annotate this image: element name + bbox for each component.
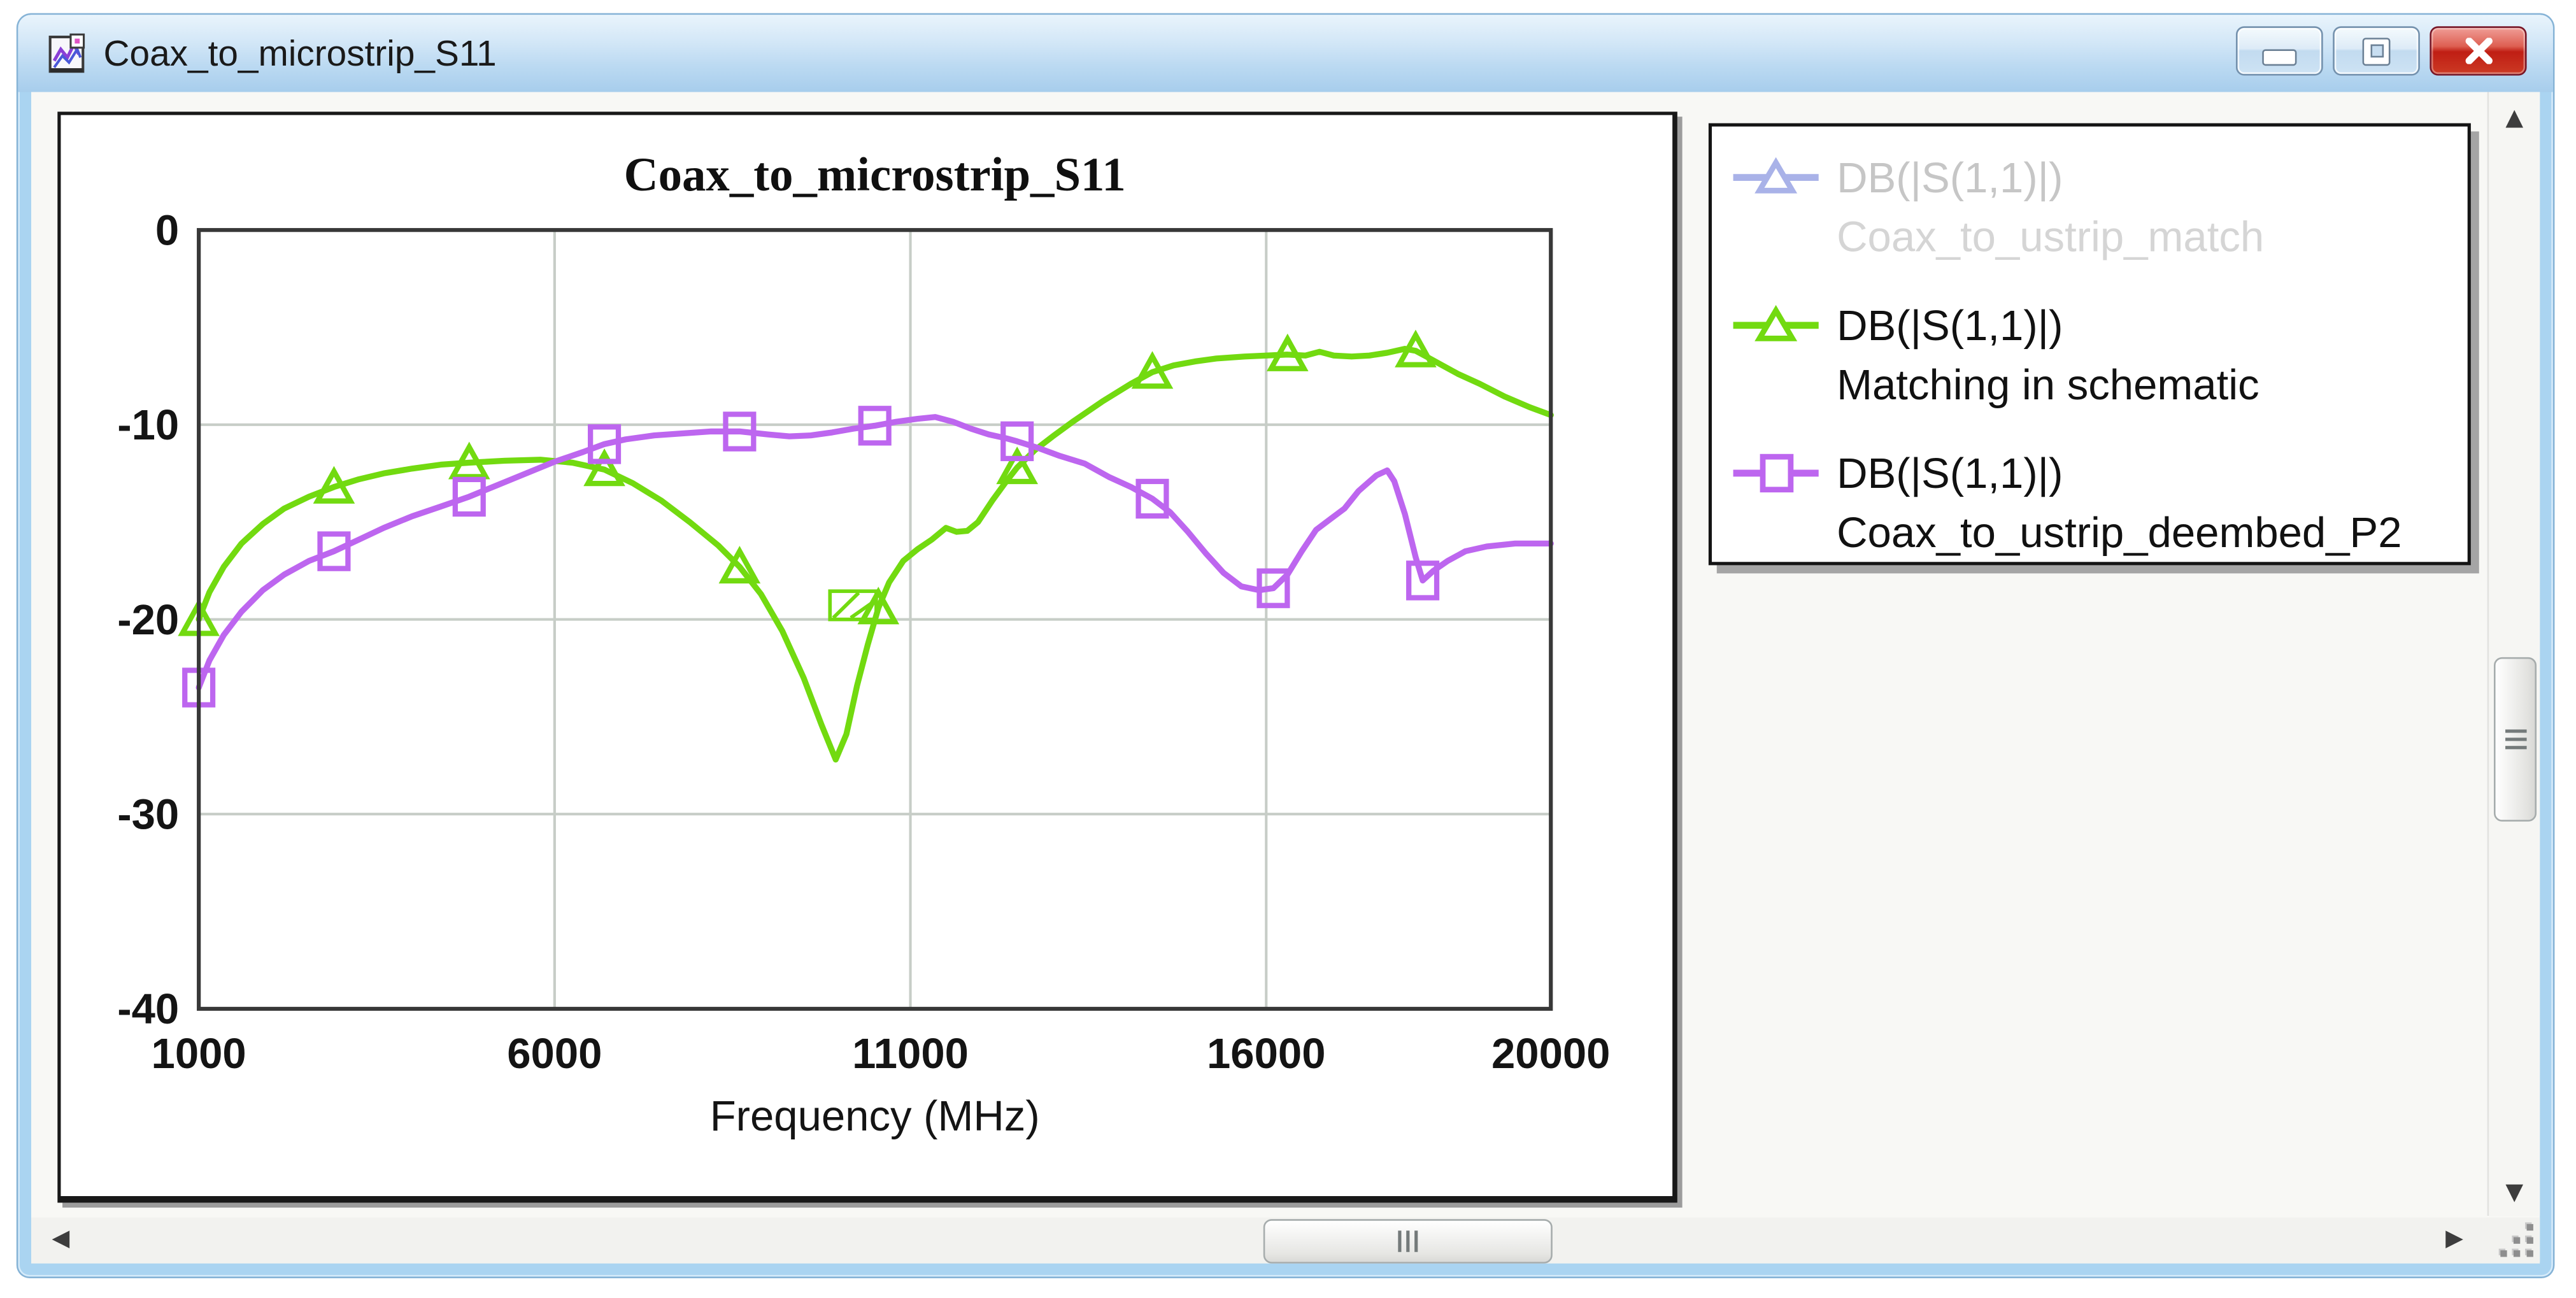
- legend-entry-label: DB(|S(1,1)|) Coax_to_ustrip_deembed_P2: [1837, 444, 2402, 562]
- legend-marker-triangle-disabled-icon: [1728, 148, 1824, 207]
- legend-measurement: DB(|S(1,1)|): [1837, 296, 2259, 355]
- horizontal-scroll-thumb[interactable]: [1263, 1219, 1553, 1264]
- window-controls: [2236, 26, 2527, 75]
- title-bar[interactable]: Coax_to_microstrip_S11: [18, 15, 2552, 92]
- legend-entry-label: DB(|S(1,1)|) Matching in schematic: [1837, 296, 2259, 414]
- legend-entry-label: DB(|S(1,1)|) Coax_to_ustrip_match: [1837, 148, 2264, 266]
- restore-button[interactable]: [2333, 26, 2420, 75]
- client-area: Coax_to_microstrip_S11 0 -10 -20 -30 -401000 6…: [31, 92, 2540, 1262]
- close-icon: [2462, 38, 2495, 64]
- legend-marker-triangle-green-icon: [1728, 296, 1824, 355]
- horizontal-scrollbar[interactable]: ◀ ▶: [31, 1218, 2540, 1264]
- y-tick-label: -40: [117, 985, 179, 1033]
- x-tick-label: 16000: [1207, 1030, 1326, 1078]
- y-tick-label: 0: [155, 206, 179, 254]
- y-tick-label: -20: [117, 596, 179, 644]
- legend: DB(|S(1,1)|) Coax_to_ustrip_match DB(|S(…: [1709, 123, 2471, 565]
- legend-source: Coax_to_ustrip_deembed_P2: [1837, 503, 2402, 562]
- x-tick-label: 6000: [507, 1030, 602, 1078]
- legend-entry-matching-in-schematic[interactable]: DB(|S(1,1)|) Matching in schematic: [1728, 296, 2468, 414]
- legend-marker-square-purple-icon: [1728, 444, 1824, 503]
- vertical-scroll-thumb[interactable]: [2494, 657, 2537, 822]
- scroll-up-icon[interactable]: ▲: [2489, 105, 2540, 131]
- minimize-button[interactable]: [2236, 26, 2323, 75]
- minimize-icon: [2262, 48, 2296, 65]
- legend-entry-coax-to-ustrip-deembed-p2[interactable]: DB(|S(1,1)|) Coax_to_ustrip_deembed_P2: [1728, 444, 2468, 562]
- y-tick-label: -10: [117, 401, 179, 449]
- legend-source: Matching in schematic: [1837, 355, 2259, 414]
- graph-document-icon: [46, 32, 89, 75]
- scroll-right-icon[interactable]: ▶: [2435, 1225, 2474, 1252]
- legend-source: Coax_to_ustrip_match: [1837, 207, 2264, 266]
- legend-measurement: DB(|S(1,1)|): [1837, 444, 2402, 503]
- y-tick-label: -30: [117, 790, 179, 838]
- scroll-down-icon[interactable]: ▼: [2489, 1180, 2540, 1206]
- graph-window: Coax_to_microstrip_S11 Coax_to_microstri…: [18, 15, 2552, 1276]
- chart-svg: Coax_to_microstrip_S11 0 -10 -20 -30 -401000 6…: [60, 115, 1665, 1190]
- x-tick-label: 11000: [852, 1030, 969, 1078]
- scroll-left-icon[interactable]: ◀: [41, 1225, 80, 1252]
- restore-icon: [2363, 37, 2391, 65]
- x-tick-label: 20000: [1491, 1030, 1611, 1078]
- x-axis-label: Frequency (MHz): [710, 1092, 1040, 1140]
- legend-entry-coax-to-ustrip-match[interactable]: DB(|S(1,1)|) Coax_to_ustrip_match: [1728, 148, 2468, 266]
- chart-panel: Coax_to_microstrip_S11 0 -10 -20 -30 -401000 6…: [57, 111, 1677, 1202]
- legend-measurement: DB(|S(1,1)|): [1837, 148, 2264, 207]
- window-title: Coax_to_microstrip_S11: [104, 32, 497, 75]
- resize-grip[interactable]: [2494, 1221, 2537, 1260]
- x-tick-label: 1000: [152, 1030, 246, 1078]
- vertical-scrollbar[interactable]: ▲ ▼: [2487, 92, 2540, 1216]
- chart-title: Coax_to_microstrip_S11: [624, 148, 1126, 201]
- close-button[interactable]: [2430, 26, 2526, 75]
